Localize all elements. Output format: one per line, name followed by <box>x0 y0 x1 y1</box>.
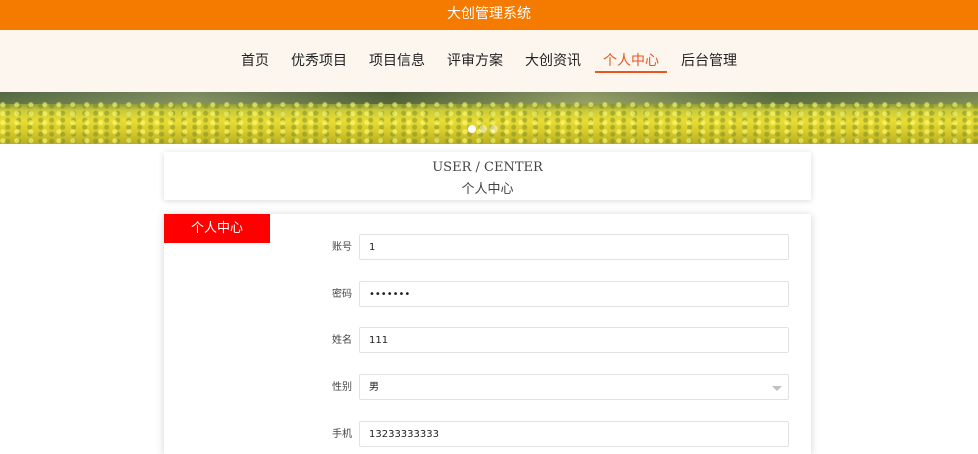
phone-field[interactable]: 13233333333 <box>359 421 789 447</box>
nav-item-project-info[interactable]: 项目信息 <box>367 30 427 92</box>
nav-item-excellent-projects[interactable]: 优秀项目 <box>289 30 349 92</box>
app-title-bar: 大创管理系统 <box>0 0 978 30</box>
section-title-cn: 个人中心 <box>461 182 514 197</box>
password-row: 密码 ••••••• <box>164 281 811 309</box>
password-field[interactable]: ••••••• <box>359 281 789 307</box>
name-field[interactable]: 111 <box>359 327 789 353</box>
gender-row: 性别 男 <box>164 374 811 402</box>
nav-item-review-plan[interactable]: 评审方案 <box>445 30 505 92</box>
section-title-en: USER / CENTER <box>432 160 543 175</box>
chevron-down-icon <box>772 386 782 391</box>
gender-select[interactable]: 男 <box>359 374 789 400</box>
account-row: 账号 1 <box>164 234 811 262</box>
banner-carousel <box>0 92 978 144</box>
carousel-dot-3[interactable] <box>490 125 498 133</box>
nav-item-personal-center[interactable]: 个人中心 <box>595 30 667 92</box>
password-label: 密码 <box>332 289 352 300</box>
gender-label: 性别 <box>332 382 352 393</box>
nav-item-home[interactable]: 首页 <box>239 30 271 92</box>
app-title: 大创管理系统 <box>447 6 531 22</box>
phone-row: 手机 13233333333 <box>164 421 811 449</box>
phone-label: 手机 <box>332 429 352 440</box>
carousel-dot-1[interactable] <box>468 125 476 133</box>
gender-value: 男 <box>369 382 379 393</box>
personal-center-panel: 个人中心 账号 1 密码 ••••••• 姓名 111 性别 男 手机 1323… <box>164 214 811 454</box>
account-label: 账号 <box>332 242 352 253</box>
carousel-dot-2[interactable] <box>479 125 487 133</box>
name-label: 姓名 <box>332 335 352 346</box>
carousel-indicators <box>468 124 508 134</box>
banner-image-field <box>0 102 978 144</box>
account-field[interactable]: 1 <box>359 234 789 260</box>
nav-item-news[interactable]: 大创资讯 <box>523 30 583 92</box>
section-title-card: USER / CENTER 个人中心 <box>164 152 811 200</box>
name-row: 姓名 111 <box>164 327 811 355</box>
main-nav: 首页 优秀项目 项目信息 评审方案 大创资讯 个人中心 后台管理 <box>0 30 978 92</box>
nav-item-admin[interactable]: 后台管理 <box>679 30 739 92</box>
